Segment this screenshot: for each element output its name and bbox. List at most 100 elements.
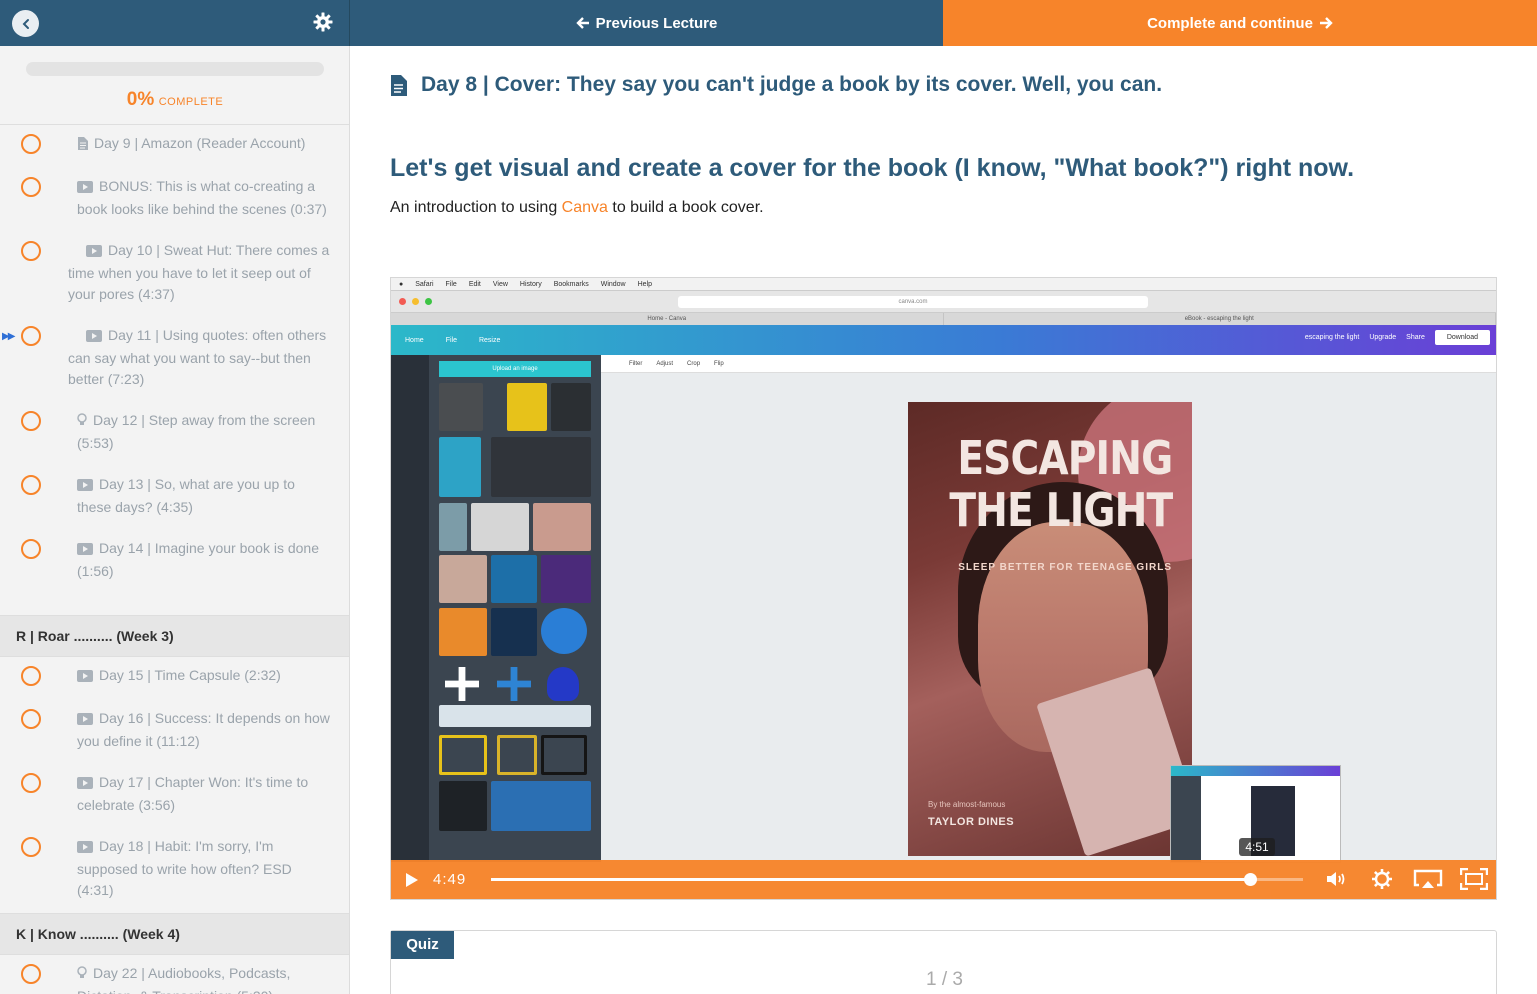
lesson-item[interactable]: Day 22 | Audiobooks, Podcasts, Dictation… [0, 955, 349, 994]
lesson-list-week4: Day 22 | Audiobooks, Podcasts, Dictation… [0, 955, 349, 994]
canva-link[interactable]: Canva [562, 199, 608, 216]
video-icon [77, 838, 93, 859]
top-bar: Previous Lecture Complete and continue [0, 0, 1537, 46]
lesson-status-circle[interactable] [21, 475, 41, 495]
document-icon [391, 74, 407, 96]
video-seek-bar[interactable] [491, 873, 1303, 886]
airplay-button[interactable] [1413, 869, 1443, 889]
previous-lecture-button[interactable]: Previous Lecture [350, 0, 943, 46]
apple-icon: ● [399, 280, 404, 288]
lesson-item-current[interactable]: ▶▶ Day 11 | Using quotes: often others c… [0, 317, 349, 402]
video-frame-tabs: Home - Canva eBook - escaping the light [391, 313, 1496, 325]
video-icon [77, 476, 93, 497]
progress-text: 0% COMPLETE [0, 89, 349, 111]
quiz-question-count: 1 / 3 [926, 969, 963, 990]
settings-video-button[interactable] [1371, 868, 1393, 890]
quiz-tab: Quiz [391, 931, 454, 959]
gear-icon [313, 12, 333, 32]
video-seek-handle[interactable] [1244, 873, 1258, 886]
lesson-title: Day 11 | Using quotes: often others can … [68, 327, 327, 387]
lesson-status-circle[interactable] [21, 326, 41, 346]
video-current-time: 4:49 [433, 871, 467, 888]
back-button[interactable] [12, 10, 39, 37]
lecture-title-text: Day 8 | Cover: They say you can't judge … [421, 73, 1163, 96]
lesson-item[interactable]: BONUS: This is what co-creating a book l… [0, 168, 349, 232]
video-icon [77, 242, 102, 263]
lesson-title: Day 18 | Habit: I'm sorry, I'm supposed … [77, 838, 292, 898]
book-cover-author: TAYLOR DINES [928, 816, 1015, 828]
lesson-item[interactable]: Day 15 | Time Capsule (2:32) [0, 657, 349, 700]
fullscreen-icon [1460, 868, 1488, 890]
book-cover-design: ESCAPING THE LIGHT SLEEP BETTER FOR TEENA… [908, 402, 1192, 856]
fullscreen-button[interactable] [1460, 868, 1488, 890]
lesson-status-circle[interactable] [21, 773, 41, 793]
lesson-status-circle[interactable] [21, 411, 41, 431]
lecture-content: Day 8 | Cover: They say you can't judge … [350, 46, 1537, 994]
play-icon [406, 872, 418, 887]
lesson-title: Day 12 | Step away from the screen (5:53… [77, 412, 316, 451]
progress-bar [26, 62, 324, 76]
lesson-item[interactable]: Day 13 | So, what are you up to these da… [0, 466, 349, 530]
section-header-week3: R | Roar .......... (Week 3) [0, 615, 349, 657]
video-icon [77, 710, 93, 731]
complete-and-continue-button[interactable]: Complete and continue [943, 0, 1537, 46]
section-header-week4: K | Know .......... (Week 4) [0, 913, 349, 955]
lesson-status-circle[interactable] [21, 964, 41, 984]
lecture-intro: An introduction to using Canva to build … [390, 199, 764, 217]
video-icon [77, 178, 93, 199]
lesson-status-circle[interactable] [21, 709, 41, 729]
intro-text-end: to build a book cover. [607, 199, 764, 216]
video-frame-menubar: ● Safari File Edit View History Bookmarks Wind… [391, 278, 1496, 291]
lesson-status-circle[interactable] [21, 134, 41, 154]
video-icon [77, 540, 93, 561]
lesson-title: BONUS: This is what co-creating a book l… [77, 178, 327, 217]
sidebar-header [0, 0, 350, 46]
previous-lecture-label: Previous Lecture [595, 14, 718, 32]
quiz-card: Quiz 1 / 3 [390, 930, 1497, 994]
canva-uploads-panel: Upload an image [429, 355, 601, 862]
lesson-status-circle[interactable] [21, 177, 41, 197]
lesson-item[interactable]: Day 14 | Imagine your book is done (1:56… [0, 530, 349, 594]
video-controls: 4:49 [391, 860, 1496, 899]
lesson-item[interactable]: Day 18 | Habit: I'm sorry, I'm supposed … [0, 828, 349, 898]
lesson-status-circle[interactable] [21, 666, 41, 686]
airplay-icon [1413, 869, 1443, 888]
book-cover-byline: By the almost-famous [928, 800, 1006, 809]
video-icon [77, 774, 93, 795]
lesson-status-circle[interactable] [21, 539, 41, 559]
lesson-status-circle[interactable] [21, 241, 41, 261]
book-cover-title: ESCAPING THE LIGHT [948, 431, 1173, 537]
scrub-preview-thumbnail: 4:51 [1170, 765, 1341, 863]
lesson-list-week3: Day 15 | Time Capsule (2:32) Day 16 | Su… [0, 657, 349, 898]
lecture-headline: Let's get visual and create a cover for … [390, 154, 1355, 182]
lesson-item[interactable]: Day 10 | Sweat Hut: There comes a time w… [0, 232, 349, 317]
lesson-title: Day 9 | Amazon (Reader Account) [0, 133, 331, 156]
lesson-status-circle[interactable] [21, 837, 41, 857]
lesson-title: Day 14 | Imagine your book is done (1:56… [77, 540, 319, 579]
lesson-title: Day 13 | So, what are you up to these da… [77, 476, 295, 515]
current-lesson-indicator-icon: ▶▶ [2, 331, 15, 342]
scrub-preview-time: 4:51 [1239, 838, 1275, 856]
progress-label: COMPLETE [158, 96, 224, 108]
lesson-title: Day 22 | Audiobooks, Podcasts, Dictation… [0, 963, 331, 994]
video-frame-browser-bar: canva.com [391, 291, 1496, 313]
arrow-left-icon [575, 17, 589, 29]
arrow-right-icon [1319, 17, 1333, 29]
settings-button[interactable] [313, 12, 335, 34]
lesson-item[interactable]: Day 12 | Step away from the screen (5:53… [0, 402, 349, 466]
intro-text-start: An introduction to using [390, 199, 562, 216]
chevron-left-icon [22, 18, 29, 29]
course-sidebar[interactable]: 0% COMPLETE Day 9 | Amazon (Reader Accou… [0, 46, 350, 994]
progress-percent: 0% [126, 89, 155, 110]
volume-button[interactable] [1325, 869, 1349, 889]
document-icon [77, 135, 88, 156]
lesson-item[interactable]: Day 9 | Amazon (Reader Account) [0, 125, 349, 168]
lesson-list-week2: Day 9 | Amazon (Reader Account) BONUS: T… [0, 125, 349, 594]
gear-icon [1372, 869, 1392, 889]
lesson-item[interactable]: Day 16 | Success: It depends on how you … [0, 700, 349, 764]
lesson-title: Day 10 | Sweat Hut: There comes a time w… [68, 242, 330, 302]
lesson-item[interactable]: Day 17 | Chapter Won: It's time to celeb… [0, 764, 349, 828]
play-button[interactable] [405, 872, 419, 888]
video-icon [77, 667, 93, 688]
video-player[interactable]: ● Safari File Edit View History Bookmarks Wind… [390, 277, 1497, 900]
